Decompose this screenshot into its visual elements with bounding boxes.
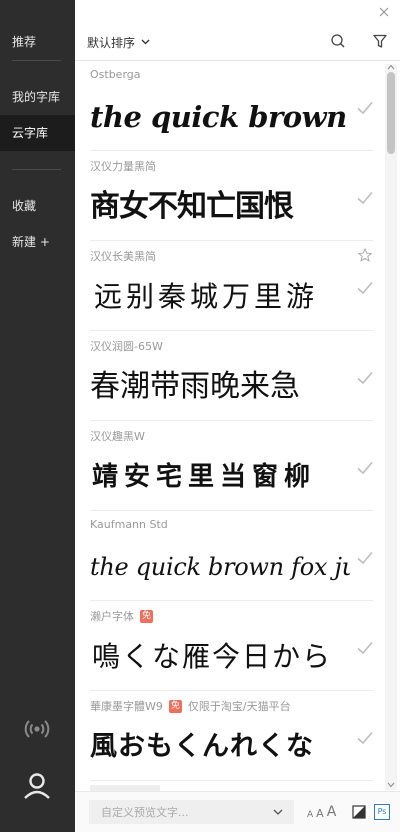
size-large-button[interactable]: A — [327, 804, 337, 820]
favorite-star-icon[interactable] — [358, 248, 372, 262]
free-badge: 免 — [140, 609, 154, 623]
scrollbar[interactable] — [385, 64, 397, 790]
photoshop-button[interactable]: Ps — [374, 804, 390, 820]
search-icon[interactable] — [330, 33, 346, 49]
font-name: Ostberga — [90, 68, 141, 81]
font-list-item[interactable]: Ostberga the quick brown fox ju — [75, 61, 385, 151]
custom-preview-text-input[interactable] — [89, 800, 294, 824]
chevron-down-icon — [141, 39, 150, 45]
installed-check-icon[interactable] — [356, 459, 374, 477]
font-name: 濑户字体 免 — [90, 608, 154, 624]
scroll-up-arrow-icon[interactable] — [387, 64, 395, 70]
font-list-item[interactable]: 濑户字体 免 鳴くな雁今日から — [75, 601, 385, 691]
sidebar-item-favorites[interactable]: 收藏 — [0, 188, 75, 224]
installed-check-icon[interactable] — [356, 189, 374, 207]
installed-check-icon[interactable] — [356, 369, 374, 387]
font-preview: the quick brown fox jum — [90, 553, 350, 581]
chevron-down-icon[interactable] — [273, 808, 283, 816]
font-name: Kaufmann Std — [90, 518, 168, 531]
close-icon[interactable] — [376, 4, 392, 20]
font-preview: 靖安宅里当窗柳 — [92, 462, 317, 492]
font-name-text: 汉仪长美黑简 — [90, 250, 156, 263]
sidebar-item-cloud-library[interactable]: 云字库 — [0, 115, 75, 151]
font-name: 汉仪长美黑简 — [90, 248, 156, 264]
font-preview: 远别秦城万里游 — [94, 280, 319, 313]
sidebar-item-my-library[interactable]: 我的字库 — [0, 79, 75, 115]
font-preview: 鳴くな雁今日から — [92, 640, 333, 673]
user-avatar-icon[interactable] — [22, 770, 52, 800]
sort-label: 默认排序 — [87, 35, 136, 50]
installed-check-icon[interactable] — [356, 729, 374, 747]
size-small-button[interactable]: A — [307, 810, 313, 820]
main-panel: 默认排序 Ostberga the quick brown fox ju 汉仪力… — [75, 0, 400, 832]
installed-check-icon[interactable] — [356, 549, 374, 567]
sidebar-item-recommend[interactable]: 推荐 — [0, 24, 75, 60]
sidebar-divider — [12, 169, 61, 170]
font-preview: 商女不知亡国恨 — [90, 189, 294, 224]
font-name: 汉仪趣黑W — [90, 428, 145, 444]
font-name: 華康墨字體W9 免 仅限于淘宝/天猫平台 — [90, 698, 291, 714]
installed-check-icon[interactable] — [356, 99, 374, 117]
sidebar: 推荐 我的字库 云字库 收藏 新建 + — [0, 0, 75, 832]
platform-note: 仅限于淘宝/天猫平台 — [187, 700, 291, 713]
font-name-text: 汉仪趣黑W — [90, 430, 145, 443]
font-list-item[interactable]: 汉仪力量黑简 商女不知亡国恨 — [75, 151, 385, 241]
filter-icon[interactable] — [372, 33, 388, 49]
font-manager-app: 推荐 我的字库 云字库 收藏 新建 + 默认排序 Ostberga the qu… — [0, 0, 400, 832]
font-list-item[interactable]: Kaufmann Std the quick brown fox jum — [75, 511, 385, 601]
font-name-text: 汉仪润圆-65W — [90, 340, 163, 353]
footer-toolbar: A A A Ps — [75, 791, 400, 832]
font-name-text: Kaufmann Std — [90, 518, 168, 531]
broadcast-icon[interactable] — [22, 714, 52, 744]
font-name-text: 汉仪力量黑简 — [90, 160, 156, 173]
preview-size-buttons: A A A — [307, 804, 336, 820]
scrollbar-thumb[interactable] — [387, 72, 395, 154]
font-name: 汉仪力量黑简 — [90, 158, 156, 174]
font-preview: the quick brown fox ju — [90, 100, 350, 134]
contrast-toggle-icon[interactable] — [352, 805, 366, 819]
sidebar-item-new[interactable]: 新建 + — [0, 224, 75, 260]
scroll-down-arrow-icon[interactable] — [387, 782, 395, 788]
font-preview: 春潮带雨晚来急 — [90, 369, 300, 404]
free-badge: 免 — [168, 699, 182, 713]
font-name-text: Ostberga — [90, 68, 141, 81]
sort-dropdown[interactable]: 默认排序 — [87, 32, 150, 52]
font-name-text: 濑户字体 — [90, 610, 134, 623]
installed-check-icon[interactable] — [356, 639, 374, 657]
font-list-item[interactable]: 華康墨字體W9 免 仅限于淘宝/天猫平台 風おもくんれくな — [75, 691, 385, 781]
installed-check-icon[interactable] — [356, 279, 374, 297]
font-list-item[interactable]: 汉仪长美黑简 远别秦城万里游 — [75, 241, 385, 331]
font-list-item[interactable]: 汉仪趣黑W 靖安宅里当窗柳 — [75, 421, 385, 511]
font-list: Ostberga the quick brown fox ju 汉仪力量黑简 商… — [75, 61, 385, 791]
font-name: 汉仪润圆-65W — [90, 338, 163, 354]
font-name-text: 華康墨字體W9 — [90, 700, 163, 713]
font-list-item[interactable]: 汉仪润圆-65W 春潮带雨晚来急 — [75, 331, 385, 421]
sidebar-divider — [12, 60, 61, 61]
font-list-item[interactable] — [75, 781, 385, 791]
font-preview: 風おもくんれくな — [90, 731, 314, 762]
size-medium-button[interactable]: A — [316, 807, 324, 820]
